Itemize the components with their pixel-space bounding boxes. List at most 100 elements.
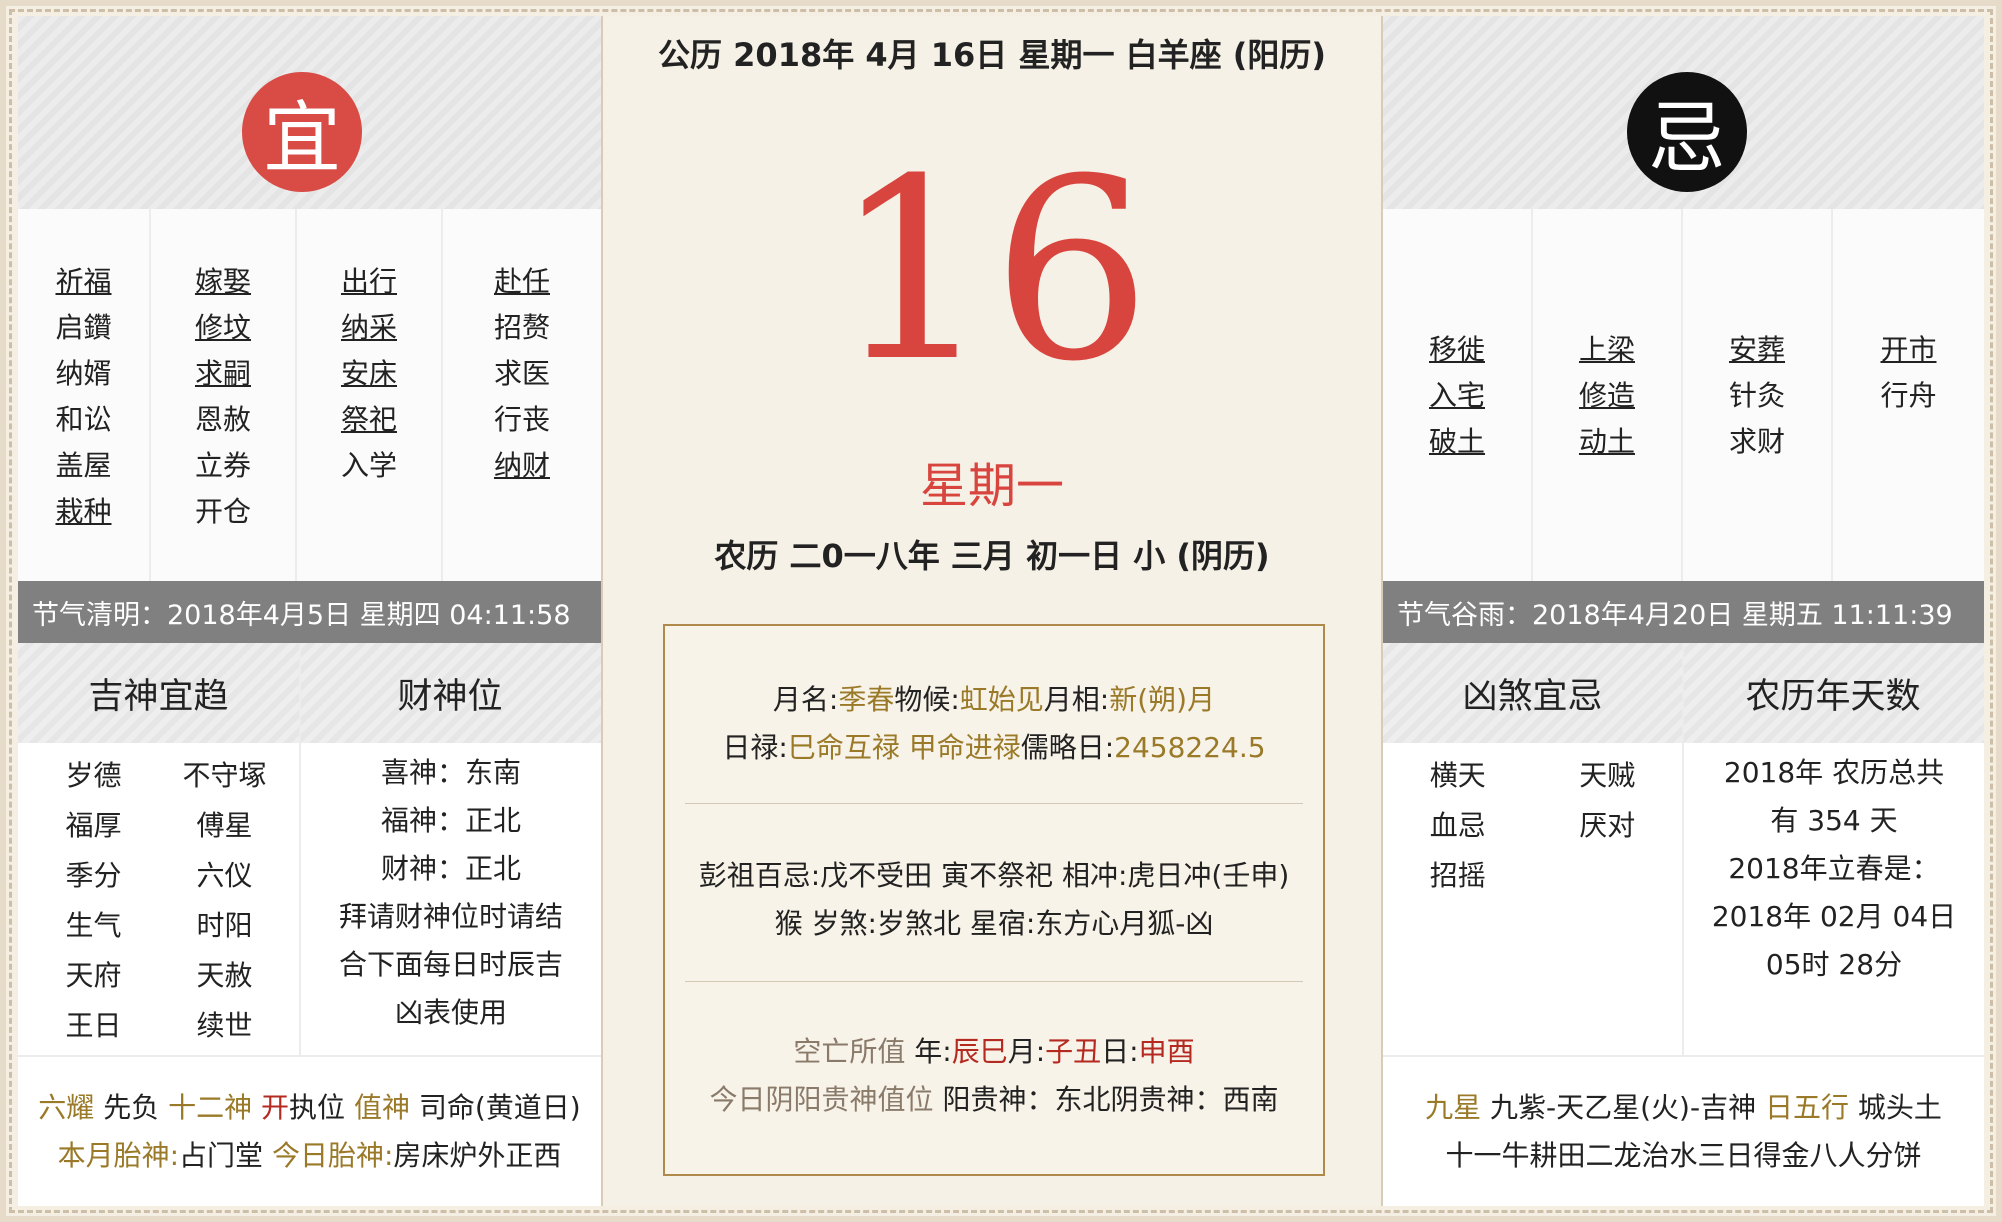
suisha-line: 猴 岁煞:岁煞北 星宿:东方心月狐-凶 bbox=[774, 907, 1214, 940]
lunar_year-line: 05时 28分 bbox=[1765, 948, 1903, 981]
caishen-line: 拜请财神位时请结 bbox=[338, 900, 563, 933]
ji-item[interactable]: 上梁 bbox=[1579, 327, 1635, 373]
gregorian-date-title: 公历 2018年 4月 16日 星期一 白羊座 (阳历) bbox=[658, 36, 1326, 74]
xiongsha-item: 天贼 bbox=[1579, 759, 1636, 792]
right-column: 忌 移徙 入宅 破土 上梁 修造 动土 安葬 针灸 求财 开市 行舟 节气谷雨：2018年4月… bbox=[1383, 16, 1984, 1206]
ji-item[interactable]: 入宅 bbox=[1429, 373, 1485, 419]
jishen-title: 吉神宜趋 bbox=[18, 643, 299, 743]
label: 月相: bbox=[1043, 683, 1110, 716]
yi-item[interactable]: 栽种 bbox=[55, 489, 111, 535]
info-section-3: 空亡所值 年:辰巳月:子丑日:申酉 今日阴阳贵神值位 阳贵神：东北阴贵神：西南 bbox=[685, 1028, 1303, 1124]
caishen-line: 凶表使用 bbox=[394, 996, 507, 1029]
month-taishen-value: 占门堂 bbox=[179, 1138, 272, 1172]
value: 巳命互禄 甲命进禄 bbox=[787, 731, 1021, 764]
yi-header: 宜 bbox=[18, 16, 601, 209]
jishen-item: 天赦 bbox=[196, 959, 253, 992]
yi-item: 和讼 bbox=[55, 403, 112, 436]
ji-item[interactable]: 动土 bbox=[1579, 419, 1635, 465]
value: 新(朔)月 bbox=[1109, 683, 1216, 716]
zhishen-label: 值神 bbox=[353, 1090, 410, 1124]
info-line-rilu: 日禄:巳命互禄 甲命进禄儒略日:2458224.5 bbox=[685, 724, 1303, 772]
lunar-year-title: 农历年天数 bbox=[1682, 643, 1984, 743]
lunar_year-line: 2018年立春是： bbox=[1728, 852, 1940, 885]
xiongsha-item: 横天 bbox=[1429, 759, 1486, 792]
left-footer: 六耀 先负 十二神 开执位 值神 司命(黄道日) 本月胎神:占门堂 今日胎神:房… bbox=[18, 1055, 601, 1206]
ji-item[interactable]: 修造 bbox=[1579, 373, 1635, 419]
jishen-item: 不守塚 bbox=[182, 759, 267, 792]
caishen-line: 合下面每日时辰吉 bbox=[338, 948, 563, 981]
yi-items: 祈福 启鑽 纳婿 和讼 盖屋 栽种 嫁娶 修坟 求嗣 恩赦 立券 开仓 出行 纳采 安床 祭祀 入学 赴任招… bbox=[18, 209, 601, 581]
shiershen-value-red: 开 bbox=[261, 1090, 290, 1124]
ji-item: 求财 bbox=[1728, 425, 1785, 458]
solar-term-next: 节气谷雨：2018年4月20日 星期五 11:11:39 bbox=[1383, 581, 1984, 643]
jishen-list: 岁德 不守塚 福厚 傅星 季分 六仪 生气 时阳 天府 天赦 王日 续世 bbox=[18, 743, 299, 1055]
yi-col-2: 嫁娶 修坟 求嗣 恩赦 立券 开仓 bbox=[151, 209, 297, 581]
yi-item[interactable]: 安床 bbox=[341, 351, 397, 397]
month-taishen-label: 本月胎神: bbox=[57, 1138, 180, 1172]
jishen-item: 生气 bbox=[65, 909, 122, 942]
ji-item[interactable]: 开市 bbox=[1880, 327, 1936, 373]
caishen-title: 财神位 bbox=[299, 643, 601, 743]
solar-term-prev: 节气清明：2018年4月5日 星期四 04:11:58 bbox=[18, 581, 601, 643]
yi-item[interactable]: 修坟 bbox=[195, 305, 251, 351]
jishen-item: 王日 bbox=[65, 1009, 122, 1042]
info-line-month: 月名:季春物候:虹始见月相:新(朔)月 bbox=[685, 676, 1303, 724]
yi-item: 启鑽 bbox=[55, 311, 112, 344]
label: 日: bbox=[1101, 1035, 1139, 1068]
yi-item[interactable]: 纳财 bbox=[494, 443, 550, 489]
lunar_year-line: 有 354 天 bbox=[1770, 804, 1898, 837]
ji-badge: 忌 bbox=[1627, 72, 1747, 192]
yi-item: 开仓 bbox=[194, 495, 251, 528]
ji-item[interactable]: 安葬 bbox=[1729, 327, 1785, 373]
lunar-year-info: 2018年 农历总共有 354 天 2018年立春是： 2018年 02月 04日 0… bbox=[1684, 743, 1984, 1055]
yi-item[interactable]: 纳采 bbox=[341, 305, 397, 351]
caishen-list: 喜神：东南 福神：正北 财神：正北 拜请财神位时请结 合下面每日时辰吉 凶表使用 bbox=[301, 743, 601, 1055]
info-box: 月名:季春物候:虹始见月相:新(朔)月 日禄:巳命互禄 甲命进禄儒略日:2458… bbox=[663, 624, 1325, 1176]
label: 空亡所值 bbox=[793, 1035, 915, 1068]
weekday: 星期一 bbox=[919, 458, 1064, 514]
zhishen-value: 司命(黄道日) bbox=[409, 1090, 581, 1124]
lunar_year-line: 2018年 农历总共 bbox=[1723, 756, 1945, 789]
ji-item[interactable]: 破土 bbox=[1429, 419, 1485, 465]
center-column: 公历 2018年 4月 16日 星期一 白羊座 (阳历) 16 星期一 农历 二… bbox=[601, 16, 1383, 1206]
yi-item[interactable]: 求嗣 bbox=[195, 351, 251, 397]
jishen-item: 时阳 bbox=[196, 909, 253, 942]
kongwang-line: 空亡所值 年:辰巳月:子丑日:申酉 bbox=[685, 1028, 1303, 1076]
yi-item[interactable]: 嫁娶 bbox=[195, 259, 251, 305]
value: 季春 bbox=[838, 683, 895, 716]
xiongsha-list: 横天 天贼 血忌 厌对 招摇 bbox=[1383, 743, 1682, 1055]
yi-item: 盖屋 bbox=[55, 449, 112, 482]
left-column: 宜 祈福 启鑽 纳婿 和讼 盖屋 栽种 嫁娶 修坟 求嗣 恩赦 立券 开仓 出行 纳采 安床 祭祀 入学 赴… bbox=[18, 16, 601, 1206]
shiershen-value: 执位 bbox=[289, 1090, 354, 1124]
label: 今日阴阳贵神值位 bbox=[709, 1083, 943, 1116]
big-day-number: 16 bbox=[832, 125, 1152, 416]
ji-item[interactable]: 移徙 bbox=[1429, 327, 1485, 373]
jishen-item: 福厚 bbox=[65, 809, 122, 842]
value: 申酉 bbox=[1138, 1035, 1195, 1068]
yi-item: 招赘 bbox=[493, 311, 550, 344]
info-section-1: 月名:季春物候:虹始见月相:新(朔)月 日禄:巳命互禄 甲命进禄儒略日:2458… bbox=[685, 676, 1303, 772]
yi-col-3: 出行 纳采 安床 祭祀 入学 bbox=[297, 209, 443, 581]
yi-item: 立券 bbox=[194, 449, 251, 482]
value: 2458224.5 bbox=[1114, 731, 1266, 764]
label: 年: bbox=[914, 1035, 952, 1068]
yi-badge: 宜 bbox=[242, 72, 362, 192]
value: 虹始见 bbox=[959, 683, 1044, 716]
yi-item[interactable]: 祭祀 bbox=[341, 397, 397, 443]
ji-item: 行舟 bbox=[1880, 379, 1937, 412]
shiershen-label: 十二神 bbox=[168, 1090, 253, 1124]
jishen-item: 六仪 bbox=[196, 859, 253, 892]
yi-item[interactable]: 赴任 bbox=[494, 259, 550, 305]
ji-items: 移徙 入宅 破土 上梁 修造 动土 安葬 针灸 求财 开市 行舟 bbox=[1383, 209, 1984, 581]
yi-item: 求医 bbox=[493, 357, 550, 390]
yi-item[interactable]: 出行 bbox=[341, 259, 397, 305]
info-divider bbox=[685, 981, 1303, 982]
lunar-date: 农历 二0一八年 三月 初一日 小 (阴历) bbox=[714, 537, 1270, 575]
value: 子丑 bbox=[1045, 1035, 1102, 1068]
jishen-item: 天府 bbox=[65, 959, 122, 992]
label: 物候: bbox=[894, 683, 960, 716]
left-footer-line-2: 本月胎神:占门堂 今日胎神:房床炉外正西 bbox=[58, 1132, 562, 1180]
jiuxing-value: 九紫-天乙星(火)-吉神 bbox=[1481, 1090, 1765, 1124]
yi-item[interactable]: 祈福 bbox=[55, 259, 111, 305]
info-divider bbox=[685, 803, 1303, 804]
